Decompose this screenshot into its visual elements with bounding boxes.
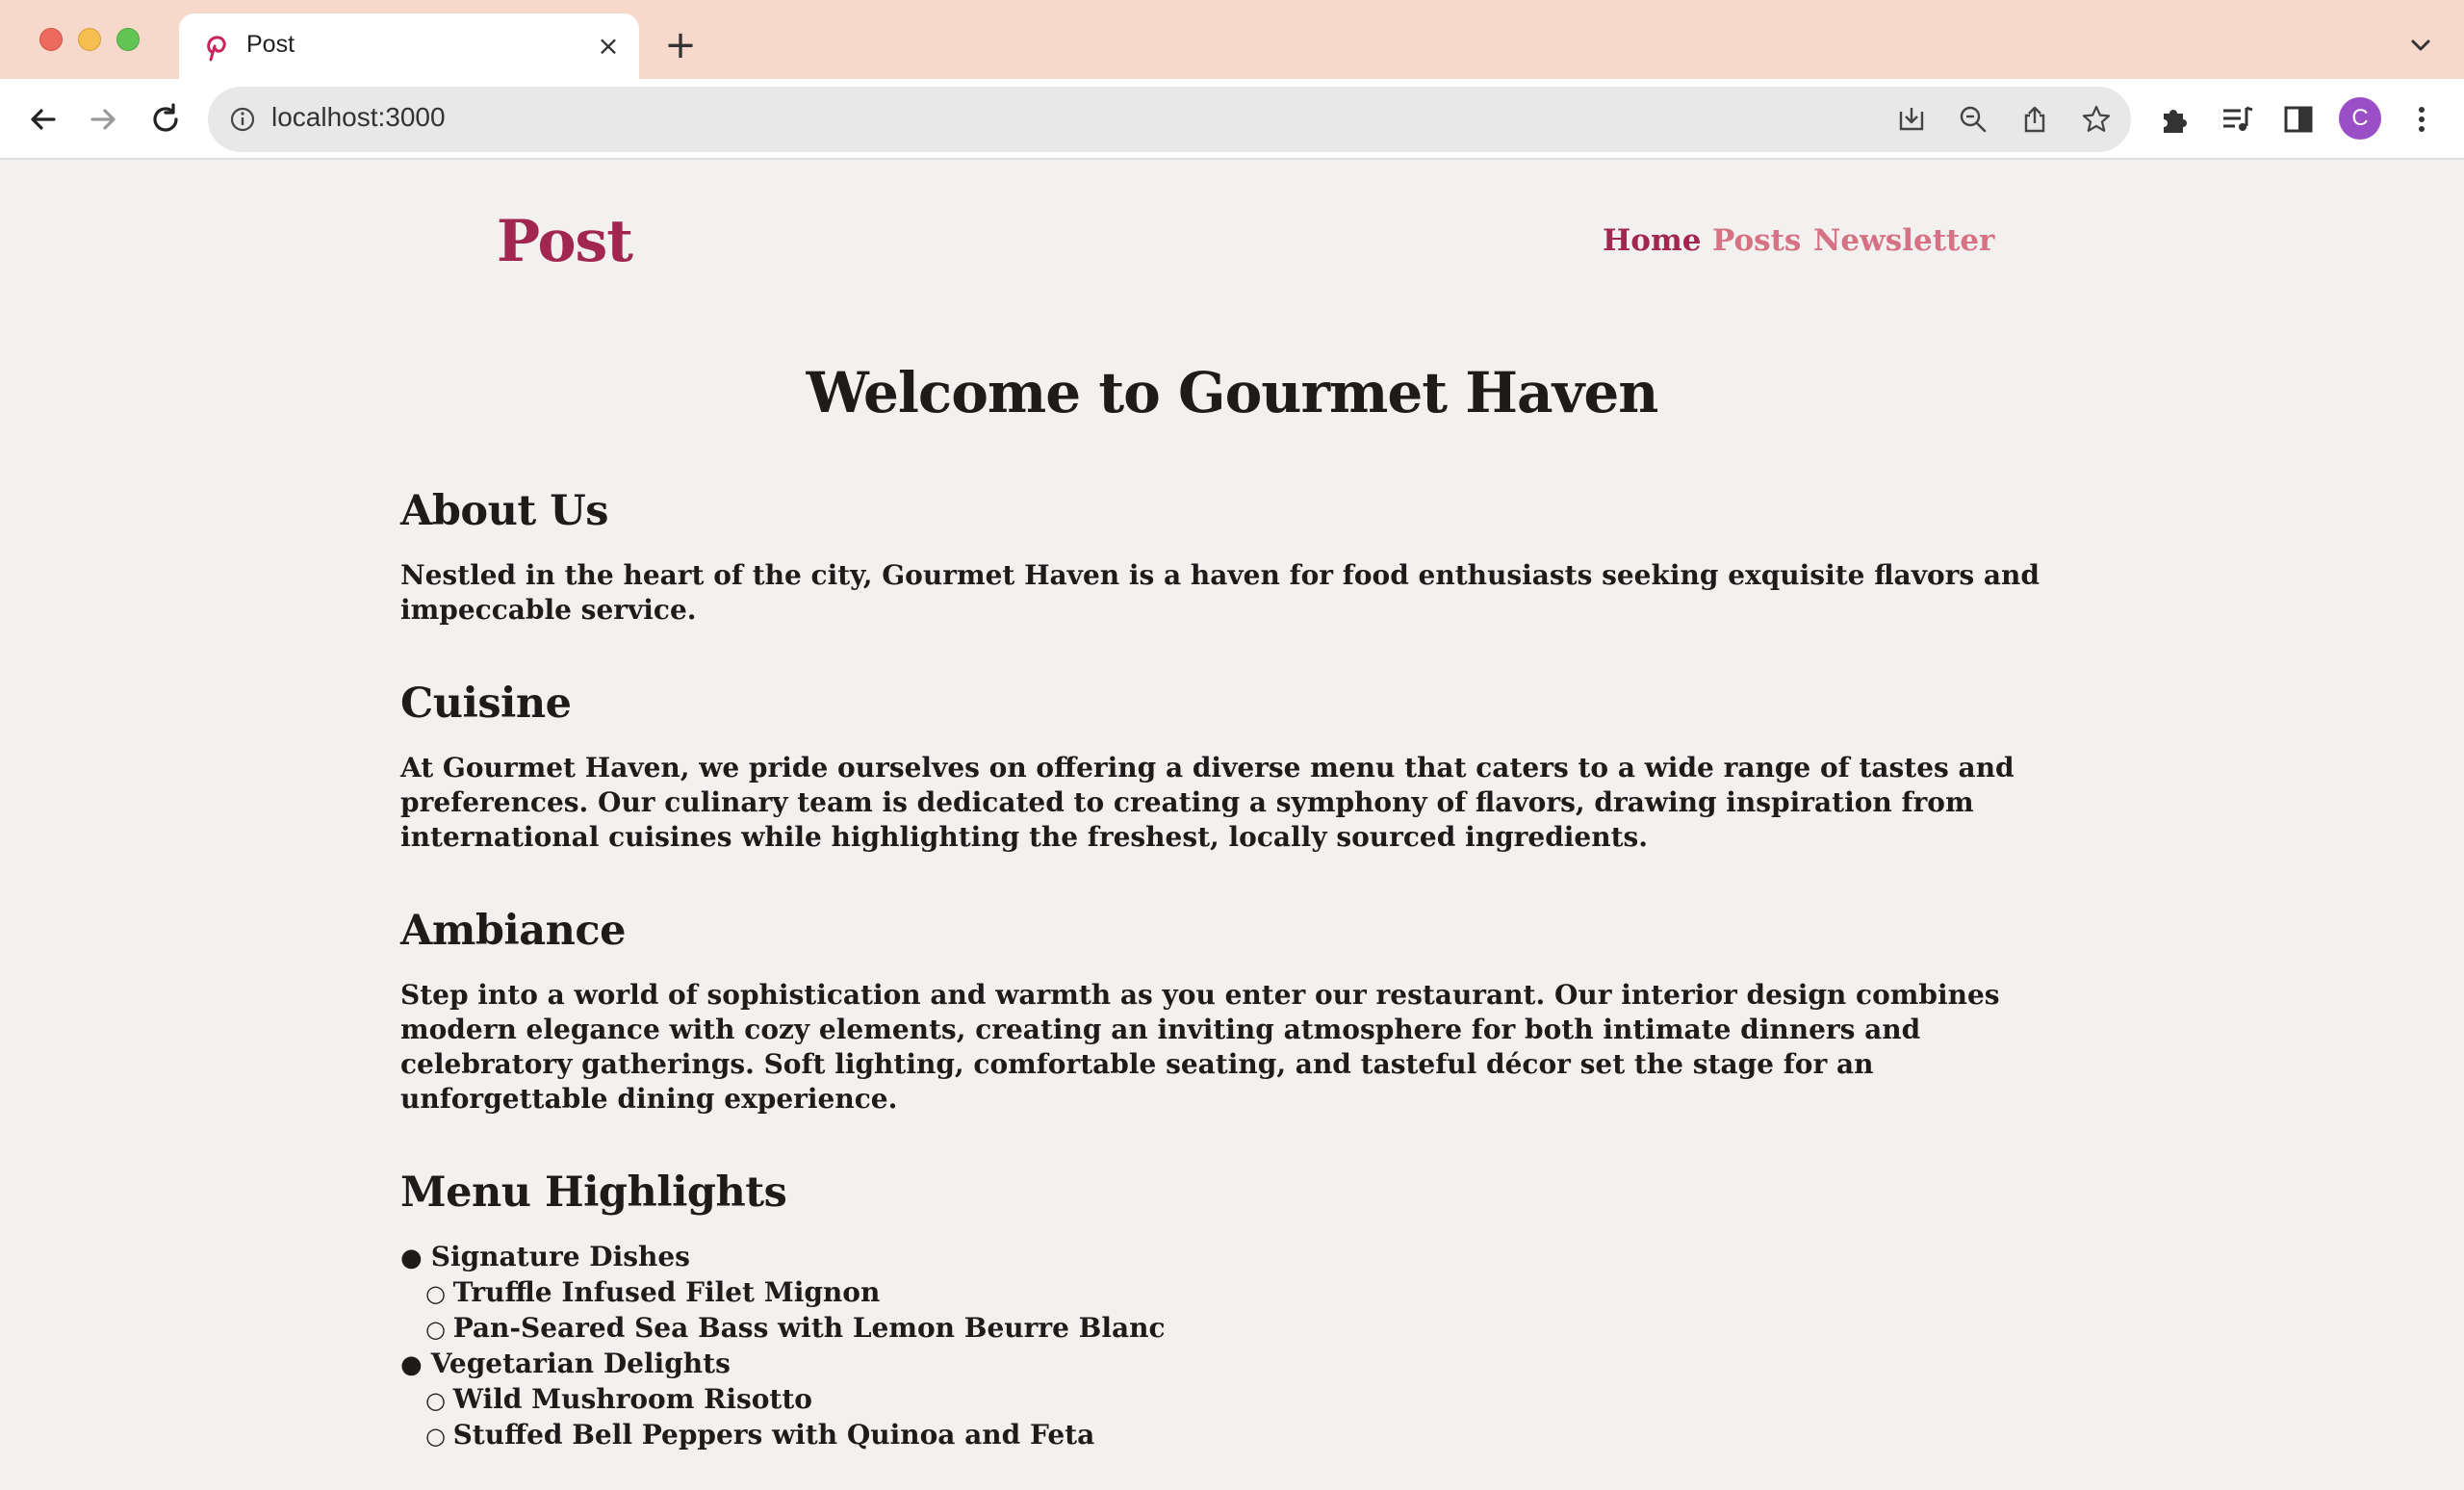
window-minimize-button[interactable]	[78, 28, 101, 51]
cuisine-section: Cuisine At Gourmet Haven, we pride ourse…	[400, 680, 2075, 855]
new-tab-button[interactable]: +	[662, 26, 699, 64]
url-text[interactable]: localhost:3000	[271, 102, 446, 133]
site-info-icon[interactable]	[229, 106, 256, 133]
about-section: About Us Nestled in the heart of the cit…	[400, 487, 2075, 628]
about-text: Nestled in the heart of the city, Gourme…	[400, 559, 2040, 626]
ambiance-text: Step into a world of sophistication and …	[400, 979, 2000, 1115]
window-close-button[interactable]	[39, 28, 63, 51]
forward-arrow-icon[interactable]	[85, 100, 123, 139]
ambiance-section: Ambiance Step into a world of sophistica…	[400, 907, 2075, 1117]
pinterest-favicon-icon	[207, 36, 226, 62]
menu-heading: Menu Highlights	[400, 1169, 787, 1217]
menu-list: Signature Dishes Truffle Infused Filet M…	[400, 1240, 2075, 1453]
menu-category: Vegetarian Delights Wild Mushroom Risott…	[400, 1347, 2075, 1453]
tab-title: Post	[246, 31, 295, 58]
browser-toolbar: localhost:3000 C	[0, 79, 2464, 160]
profile-avatar[interactable]: C	[2339, 97, 2381, 140]
tab-search-chevron-icon[interactable]	[2404, 29, 2437, 62]
menu-item-list: Truffle Infused Filet Mignon Pan-Seared …	[400, 1275, 2075, 1347]
menu-item: Pan-Seared Sea Bass with Lemon Beurre Bl…	[425, 1311, 2075, 1347]
reload-icon[interactable]	[146, 100, 185, 139]
media-controls-icon[interactable]	[2218, 100, 2256, 139]
menu-item: Truffle Infused Filet Mignon	[425, 1275, 2075, 1311]
menu-category-label: Signature Dishes	[400, 1241, 690, 1272]
browser-tabstrip: Post × +	[0, 0, 2464, 79]
cuisine-heading: Cuisine	[400, 680, 572, 728]
nav-link-newsletter[interactable]: Newsletter	[1813, 223, 1994, 258]
ambiance-heading: Ambiance	[400, 907, 626, 955]
share-icon[interactable]	[2019, 104, 2050, 135]
extensions-puzzle-icon[interactable]	[2156, 100, 2194, 139]
more-menu-icon[interactable]	[2402, 100, 2441, 139]
site-logo[interactable]: Post	[497, 208, 633, 275]
main-content: About Us Nestled in the heart of the cit…	[400, 487, 2075, 1490]
menu-item: Wild Mushroom Risotto	[425, 1382, 2075, 1418]
cuisine-text: At Gourmet Haven, we pride ourselves on …	[400, 752, 2015, 853]
about-heading: About Us	[400, 487, 608, 535]
window-maximize-button[interactable]	[116, 28, 140, 51]
address-bar[interactable]: localhost:3000	[208, 87, 2131, 152]
side-panel-icon[interactable]	[2279, 100, 2318, 139]
install-app-icon[interactable]	[1896, 104, 1927, 135]
page-content: Post Home Posts Newsletter Welcome to Go…	[0, 160, 2464, 1490]
page-title: Welcome to Gourmet Haven	[806, 360, 1659, 425]
menu-category-label: Vegetarian Delights	[400, 1348, 731, 1379]
menu-category: Signature Dishes Truffle Infused Filet M…	[400, 1240, 2075, 1347]
zoom-out-icon[interactable]	[1958, 104, 1989, 135]
tab-close-icon[interactable]: ×	[593, 31, 624, 62]
back-arrow-icon[interactable]	[23, 100, 62, 139]
menu-item: Stuffed Bell Peppers with Quinoa and Fet…	[425, 1418, 2075, 1453]
bookmark-star-icon[interactable]	[2081, 104, 2112, 135]
menu-item-list: Wild Mushroom Risotto Stuffed Bell Peppe…	[400, 1382, 2075, 1453]
nav-link-home[interactable]: Home	[1603, 223, 1702, 258]
active-tab[interactable]: Post ×	[179, 13, 639, 79]
nav-link-posts[interactable]: Posts	[1712, 223, 1801, 258]
menu-section: Menu Highlights Signature Dishes Truffle…	[400, 1169, 2075, 1453]
